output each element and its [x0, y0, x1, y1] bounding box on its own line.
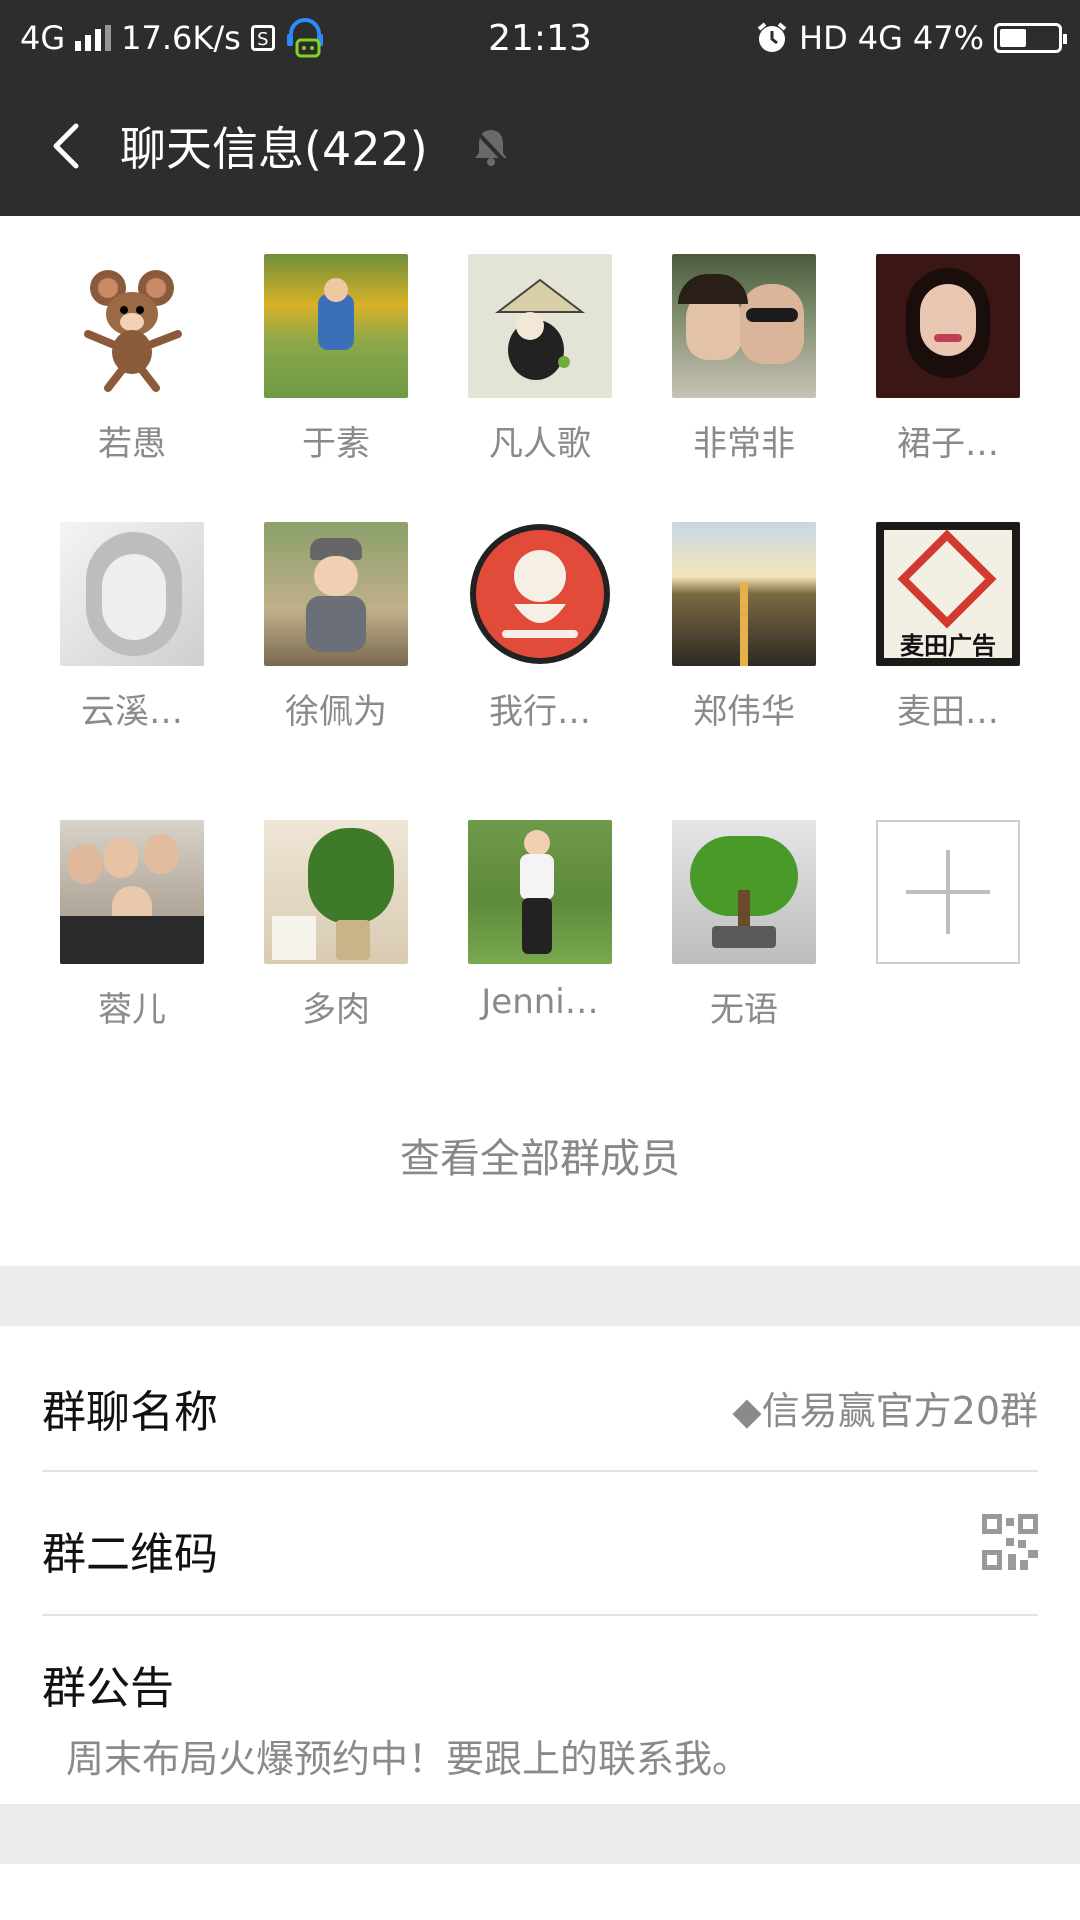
member-tile[interactable]: 郑伟华 — [642, 522, 846, 733]
avatar-text: 麦田广告 — [900, 632, 996, 660]
group-name-value: ◆信易赢官方20群 — [732, 1389, 1038, 1433]
member-tile[interactable]: 蓉儿 — [30, 820, 234, 1031]
chevron-left-icon[interactable] — [40, 116, 100, 176]
battery-icon — [994, 23, 1067, 53]
hd-indicator: HD — [799, 19, 848, 57]
avatar — [672, 254, 816, 398]
group-qr-row[interactable]: 群二维码 — [0, 1472, 1080, 1616]
member-tile[interactable]: 于素 — [234, 254, 438, 465]
status-bar: 4G 17.6K/s S 21:13 HD 4G 47% — [0, 0, 1080, 76]
member-tile[interactable]: 我行… — [438, 522, 642, 733]
member-name: 麦田… — [897, 692, 999, 732]
member-name: 凡人歌 — [489, 424, 591, 464]
alarm-icon — [757, 22, 787, 52]
member-grid: 若愚 于素 凡人歌 非常非 裙子… 云溪… 徐佩为 我行… 郑伟华 麦田广告 麦… — [0, 216, 1080, 1266]
group-announcement-text: 周末布局火爆预约中！要跟上的联系我。 — [66, 1737, 751, 1781]
member-tile[interactable]: 凡人歌 — [438, 254, 642, 465]
member-name: 云溪… — [81, 692, 183, 732]
member-name: 若愚 — [98, 424, 166, 464]
mouse-cartoon-icon — [84, 270, 182, 392]
member-name: 郑伟华 — [693, 692, 795, 732]
member-name: 我行… — [489, 692, 591, 732]
avatar — [672, 820, 816, 964]
member-tile[interactable]: 云溪… — [30, 522, 234, 733]
plus-icon[interactable] — [876, 820, 1020, 964]
member-tile[interactable]: 非常非 — [642, 254, 846, 465]
battery-percent: 47% — [912, 19, 984, 57]
next-row[interactable] — [0, 1864, 1080, 1920]
group-name-row[interactable]: 群聊名称 ◆信易赢官方20群 — [0, 1326, 1080, 1472]
group-announcement-row[interactable]: 群公告 周末布局火爆预约中！要跟上的联系我。 — [0, 1616, 1080, 1804]
member-name: 蓉儿 — [98, 990, 166, 1030]
avatar — [672, 522, 816, 666]
member-name: 非常非 — [693, 424, 795, 464]
avatar — [264, 522, 408, 666]
member-tile[interactable]: Jenni… — [438, 820, 642, 1022]
avatar — [60, 820, 204, 964]
member-name: 多肉 — [302, 990, 370, 1030]
avatar — [264, 254, 408, 398]
member-tile[interactable]: 无语 — [642, 820, 846, 1031]
app-header: 聊天信息(422) — [0, 76, 1080, 216]
page-title: 聊天信息(422) — [120, 122, 428, 176]
group-announcement-label: 群公告 — [42, 1663, 174, 1714]
view-all-members-link[interactable]: 查看全部群成员 — [0, 1126, 1080, 1184]
avatar — [264, 820, 408, 964]
avatar — [60, 522, 204, 666]
network-type-right: 4G — [857, 19, 903, 57]
avatar — [468, 254, 612, 398]
member-name: 于素 — [302, 424, 370, 464]
avatar — [60, 254, 204, 398]
member-tile[interactable]: 多肉 — [234, 820, 438, 1031]
member-tile[interactable]: 麦田广告 麦田… — [846, 522, 1050, 733]
member-tile[interactable]: 徐佩为 — [234, 522, 438, 733]
group-qr-label: 群二维码 — [42, 1529, 218, 1580]
member-name: Jenni… — [481, 982, 599, 1022]
member-name: 无语 — [710, 990, 778, 1030]
section-gap — [0, 1266, 1080, 1326]
member-tile[interactable]: 裙子… — [846, 254, 1050, 465]
avatar — [468, 820, 612, 964]
avatar — [876, 254, 1020, 398]
member-tile[interactable]: 若愚 — [30, 254, 234, 465]
bell-muted-icon — [473, 128, 509, 166]
avatar: 麦田广告 — [876, 522, 1020, 666]
member-name: 裙子… — [897, 424, 999, 464]
section-gap — [0, 1804, 1080, 1864]
add-member-tile[interactable] — [846, 820, 1050, 964]
qr-code-icon — [982, 1514, 1038, 1570]
avatar — [468, 522, 612, 666]
group-name-label: 群聊名称 — [42, 1387, 218, 1438]
member-name: 徐佩为 — [285, 692, 387, 732]
